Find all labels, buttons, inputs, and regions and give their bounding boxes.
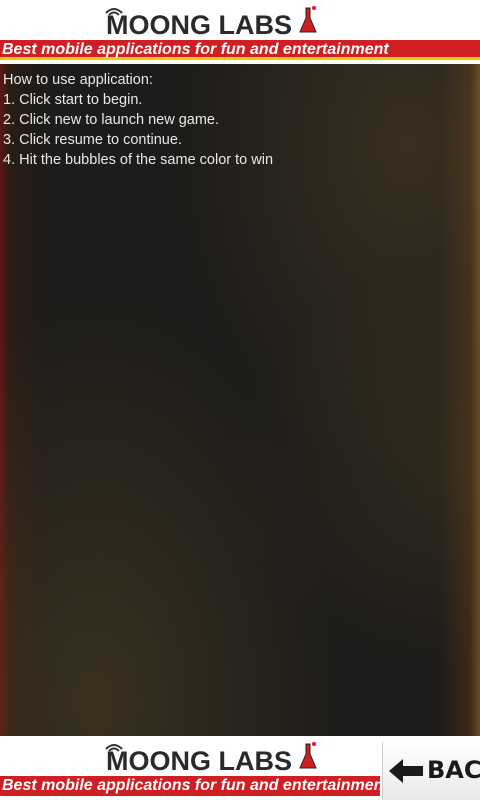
instruction-step: 1. Click start to begin. [3, 92, 143, 108]
instruction-step: 2. Click new to launch new game. [3, 112, 219, 128]
flask-icon [299, 6, 317, 33]
top-banner: MOONG LABS Best mobile applications for … [0, 0, 480, 64]
back-label: BACK [427, 756, 480, 784]
instructions-panel: How to use application: 1. Click start t… [0, 64, 480, 736]
tagline-text: Best mobile applications for fun and ent… [2, 41, 389, 58]
logo-text: MOONG LABS [106, 10, 292, 36]
moong-labs-logo: MOONG LABS [105, 6, 317, 36]
logo-text: MOONG LABS [106, 746, 292, 772]
instruction-step: 4. Hit the bubbles of the same color to … [3, 152, 274, 168]
arrow-left-icon [389, 759, 423, 783]
tagline-bar: Best mobile applications for fun and ent… [0, 38, 480, 60]
instructions-title: How to use application: [3, 72, 153, 88]
instruction-step: 3. Click resume to continue. [3, 132, 182, 148]
instructions-text: How to use application: 1. Click start t… [3, 70, 273, 170]
back-button[interactable]: BACK [382, 742, 480, 800]
flask-icon [299, 742, 317, 769]
moong-labs-logo-bottom: MOONG LABS [105, 742, 317, 772]
tagline-bar-bottom: Best mobile applications for fun and ent… [0, 774, 380, 796]
tagline-text-bottom: Best mobile applications for fun and ent… [2, 777, 380, 794]
